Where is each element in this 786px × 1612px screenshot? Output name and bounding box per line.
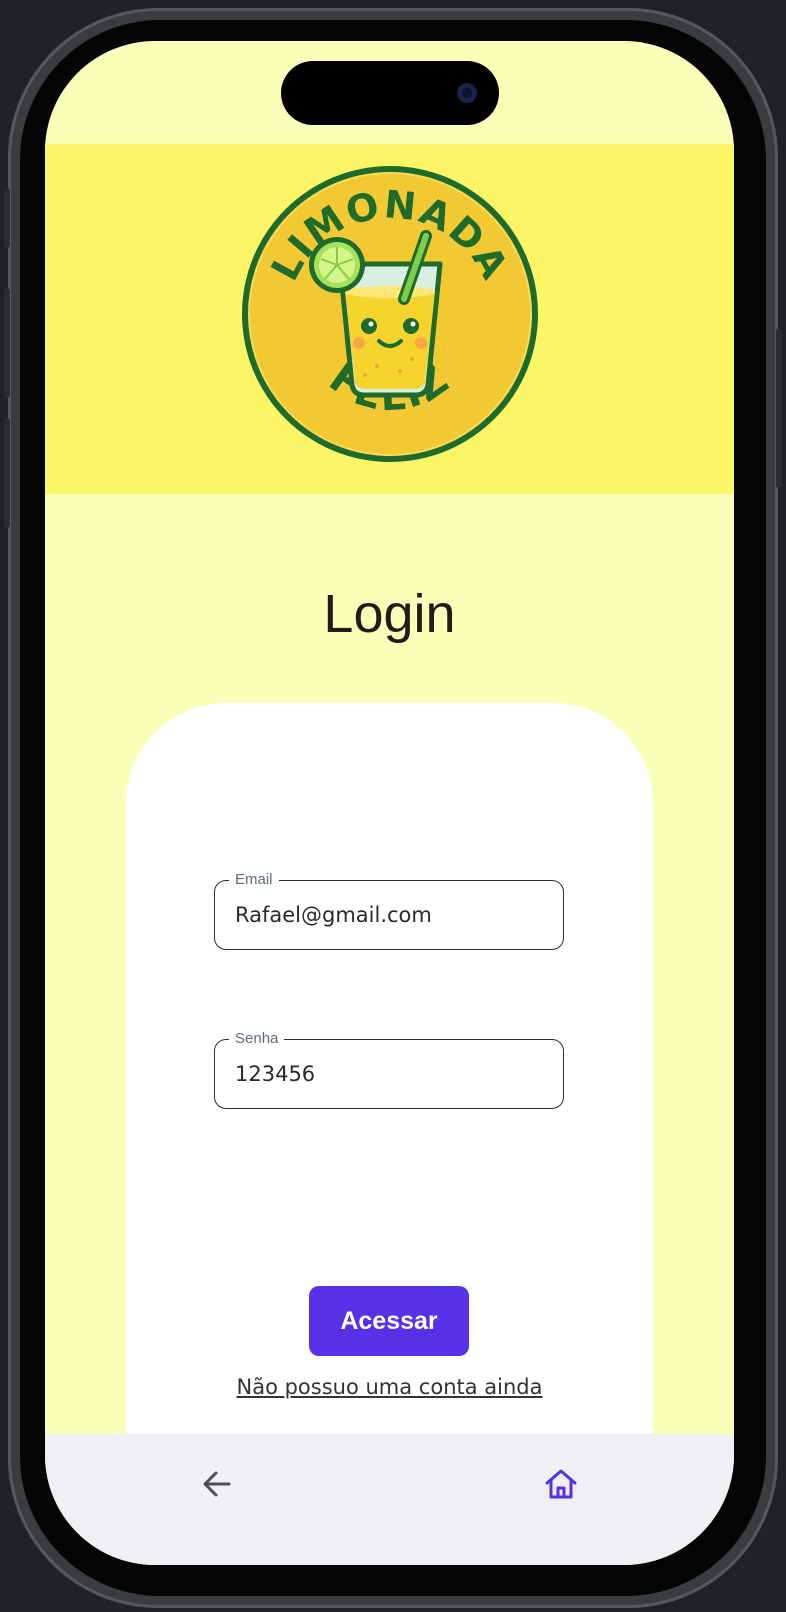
volume-down-button	[4, 418, 10, 528]
power-button	[776, 328, 782, 488]
submit-button[interactable]: Acessar	[309, 1286, 469, 1356]
email-input[interactable]: Rafael@gmail.com	[235, 903, 432, 927]
no-account-link[interactable]: Não possuo uma conta ainda	[126, 1375, 653, 1399]
password-input[interactable]: 123456	[235, 1062, 315, 1086]
password-label: Senha	[229, 1030, 285, 1048]
volume-up-button	[4, 288, 10, 398]
password-field[interactable]: Senha 123456	[214, 1030, 564, 1109]
dynamic-island	[281, 61, 499, 125]
bottom-navbar	[45, 1434, 734, 1565]
email-field[interactable]: Email Rafael@gmail.com	[214, 871, 564, 950]
arrow-left-icon[interactable]	[197, 1464, 237, 1504]
page-title: Login	[323, 584, 456, 644]
email-label: Email	[229, 871, 279, 889]
front-camera-icon	[457, 83, 477, 103]
app-header: LIMONADA FELIZ	[45, 144, 734, 494]
side-button	[4, 188, 10, 248]
login-card: Email Rafael@gmail.com Senha 123456 Aces…	[126, 703, 653, 1463]
limonada-feliz-logo: LIMONADA FELIZ	[242, 166, 538, 462]
app-screen: LIMONADA FELIZ	[45, 41, 734, 1565]
home-icon[interactable]	[541, 1464, 581, 1504]
